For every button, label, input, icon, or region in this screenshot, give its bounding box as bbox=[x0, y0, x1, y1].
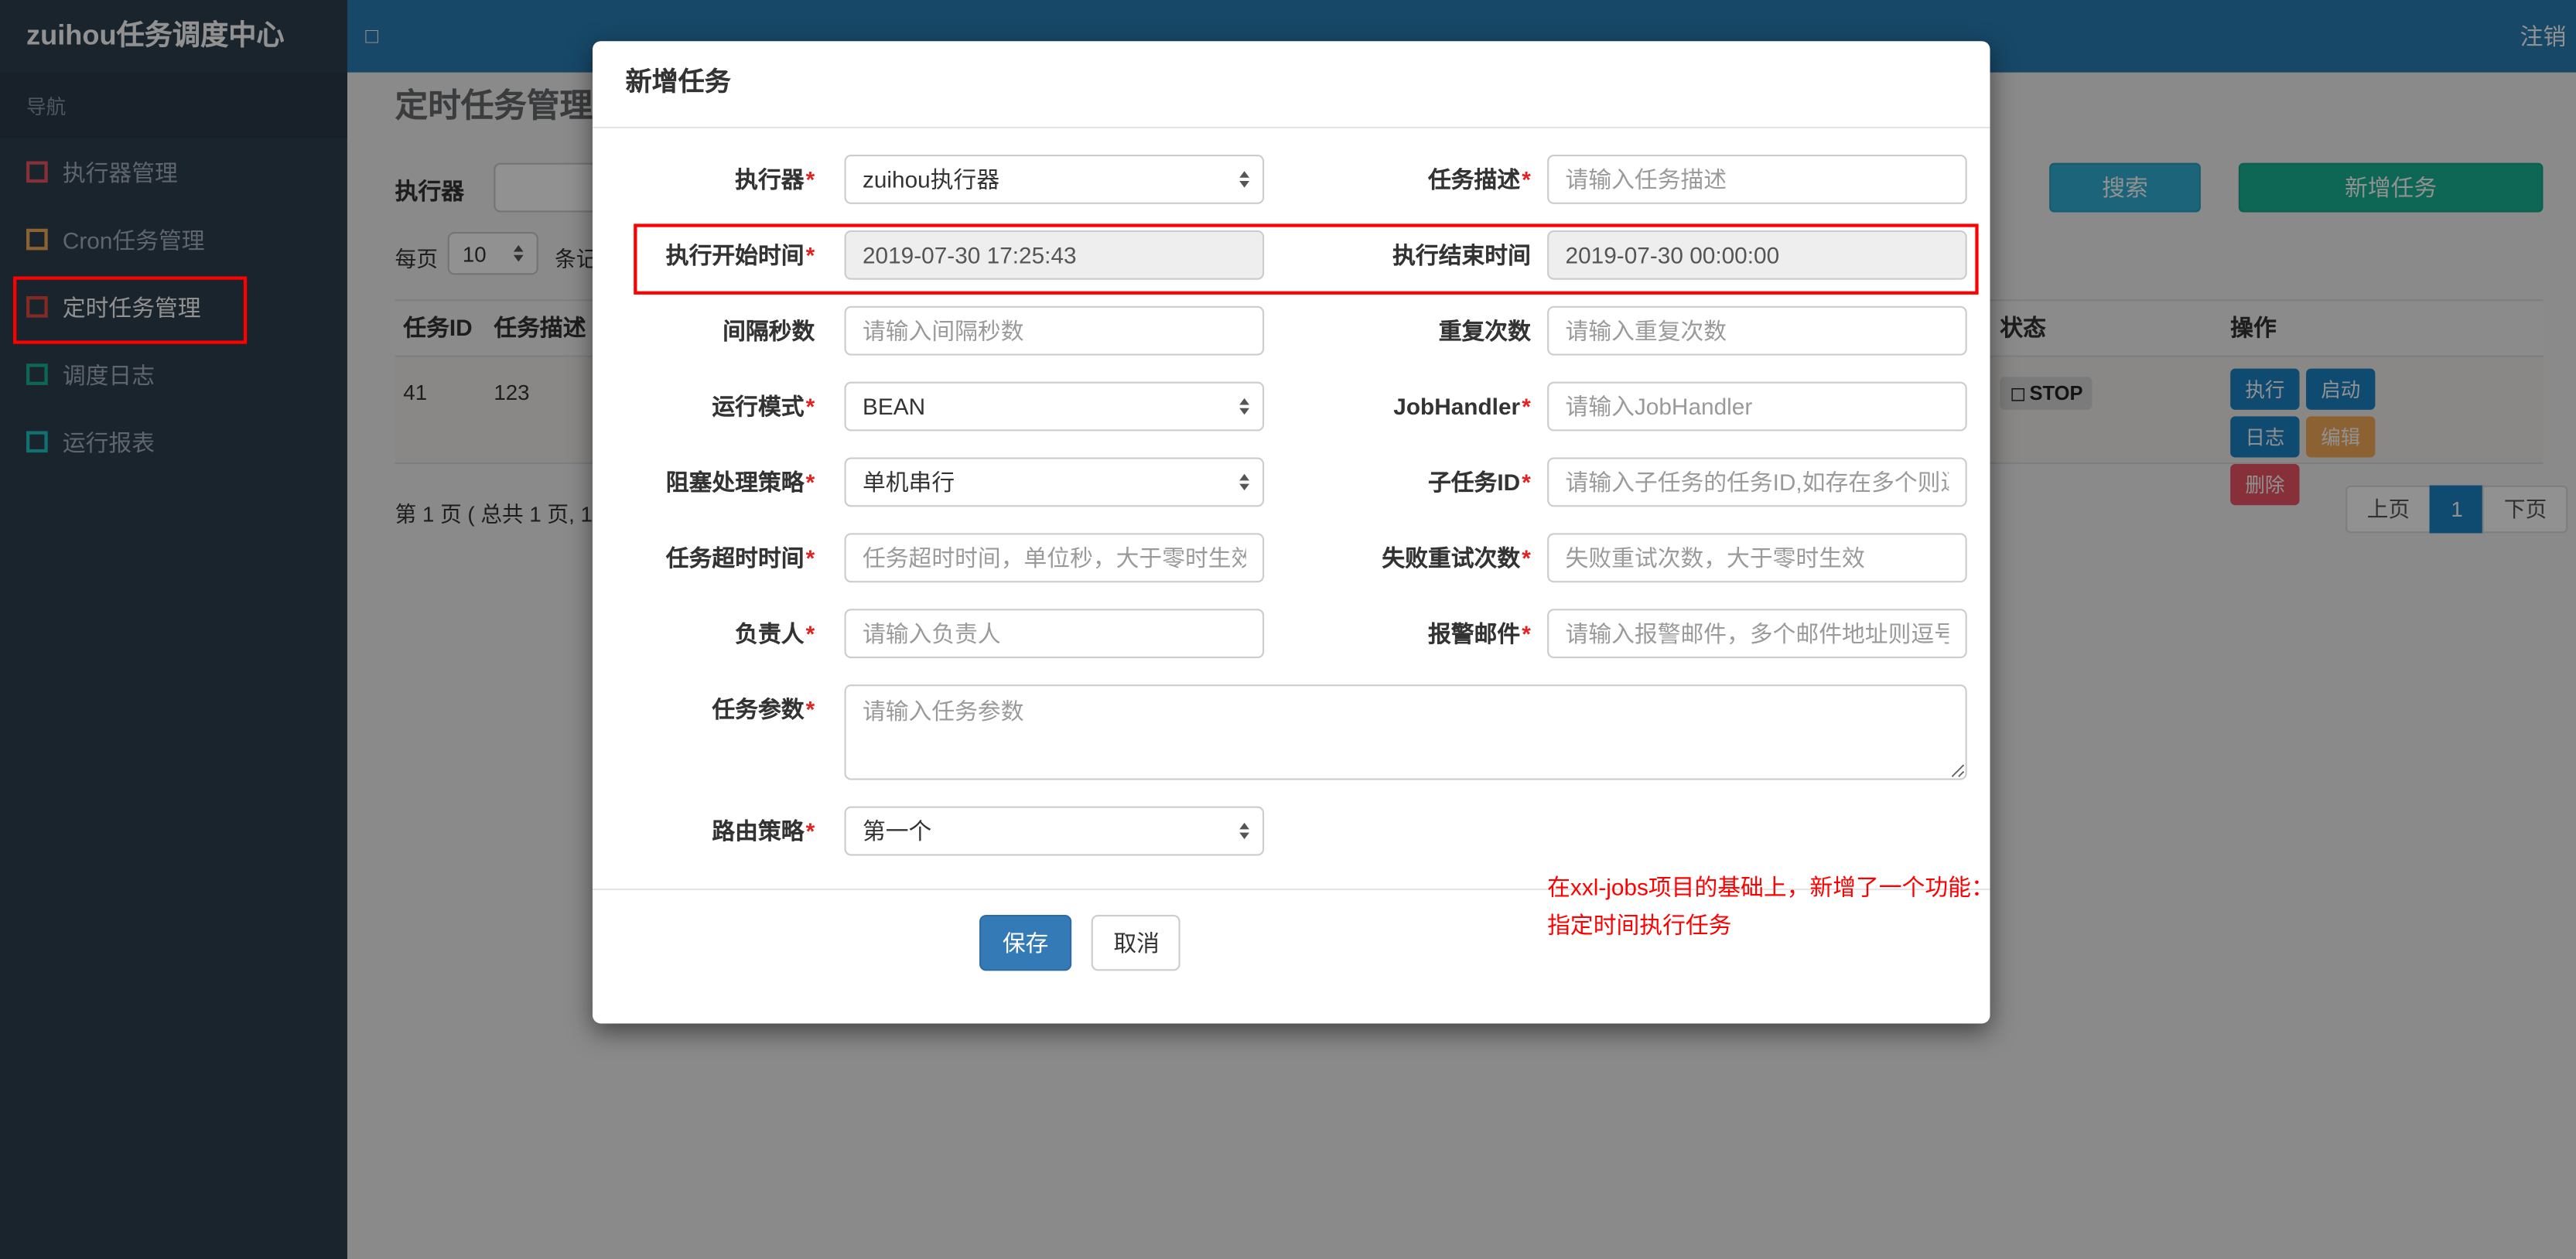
jobhandler-label: JobHandler * bbox=[1393, 393, 1531, 420]
feature-note-line2: 指定时间执行任务 bbox=[1547, 911, 1732, 938]
save-button[interactable]: 保存 bbox=[979, 915, 1072, 971]
end-time-input[interactable] bbox=[1547, 230, 1967, 280]
block-strategy-label: 阻塞处理策略 * bbox=[665, 469, 815, 496]
alarm-email-input[interactable] bbox=[1547, 609, 1967, 659]
start-time-input[interactable] bbox=[844, 230, 1265, 280]
modal-body: 执行器* zuihou执行器 任务描述* 执行开始时间* 执行结束时间 间隔秒数… bbox=[593, 128, 1994, 938]
retry-count-input[interactable] bbox=[1547, 533, 1967, 583]
owner-label: 负责人 * bbox=[735, 620, 815, 647]
repeat-count-label: 重复次数 bbox=[1438, 317, 1531, 344]
select-arrows-icon bbox=[1239, 473, 1262, 491]
repeat-count-input[interactable] bbox=[1547, 305, 1967, 356]
jobhandler-input[interactable] bbox=[1547, 381, 1967, 432]
child-task-label: 子任务ID * bbox=[1427, 469, 1531, 496]
interval-input[interactable] bbox=[844, 305, 1265, 356]
select-value: zuihou执行器 bbox=[862, 165, 1000, 193]
executor-select[interactable]: zuihou执行器 bbox=[844, 155, 1265, 204]
select-arrows-icon bbox=[1239, 397, 1262, 415]
task-desc-label: 任务描述 * bbox=[1427, 165, 1531, 193]
feature-note: 在xxl-jobs项目的基础上，新增了一个功能： 指定时间执行任务 bbox=[1547, 868, 2041, 944]
start-time-label: 执行开始时间 * bbox=[665, 241, 815, 268]
task-params-label: 任务参数 * bbox=[712, 696, 815, 723]
app-root: zuihou任务调度中心 □ 注销 导航 执行器管理 Cron任务管理 定时任务… bbox=[0, 0, 2576, 1259]
select-arrows-icon bbox=[1239, 822, 1262, 840]
retry-count-label: 失败重试次数 * bbox=[1382, 544, 1531, 571]
task-desc-input[interactable] bbox=[1547, 155, 1967, 204]
select-value: BEAN bbox=[862, 393, 926, 420]
alarm-email-label: 报警邮件 * bbox=[1427, 620, 1531, 647]
select-value: 第一个 bbox=[862, 817, 932, 844]
run-mode-label: 运行模式 * bbox=[712, 393, 815, 420]
end-time-label: 执行结束时间 bbox=[1392, 241, 1531, 268]
executor-label: 执行器 * bbox=[735, 165, 815, 193]
select-arrows-icon bbox=[1239, 171, 1262, 188]
modal-title: 新增任务 bbox=[625, 69, 731, 97]
task-params-textarea[interactable] bbox=[844, 684, 1967, 780]
timeout-label: 任务超时时间 * bbox=[665, 544, 815, 571]
owner-input[interactable] bbox=[844, 609, 1265, 659]
modal-header: 新增任务 bbox=[593, 41, 1990, 128]
add-task-modal: 新增任务 执行器* zuihou执行器 任务描述* 执行开始时间* 执行结束时间… bbox=[593, 41, 1994, 1024]
cancel-button[interactable]: 取消 bbox=[1092, 915, 1181, 971]
block-strategy-select[interactable]: 单机串行 bbox=[844, 457, 1265, 507]
run-mode-select[interactable]: BEAN bbox=[844, 381, 1265, 432]
route-strategy-select[interactable]: 第一个 bbox=[844, 806, 1265, 856]
timeout-input[interactable] bbox=[844, 533, 1265, 583]
feature-note-line1: 在xxl-jobs项目的基础上，新增了一个功能： bbox=[1547, 873, 1994, 900]
select-value: 单机串行 bbox=[862, 469, 955, 496]
route-strategy-label: 路由策略 * bbox=[712, 817, 815, 844]
child-task-input[interactable] bbox=[1547, 457, 1967, 507]
interval-label: 间隔秒数 bbox=[723, 317, 815, 344]
